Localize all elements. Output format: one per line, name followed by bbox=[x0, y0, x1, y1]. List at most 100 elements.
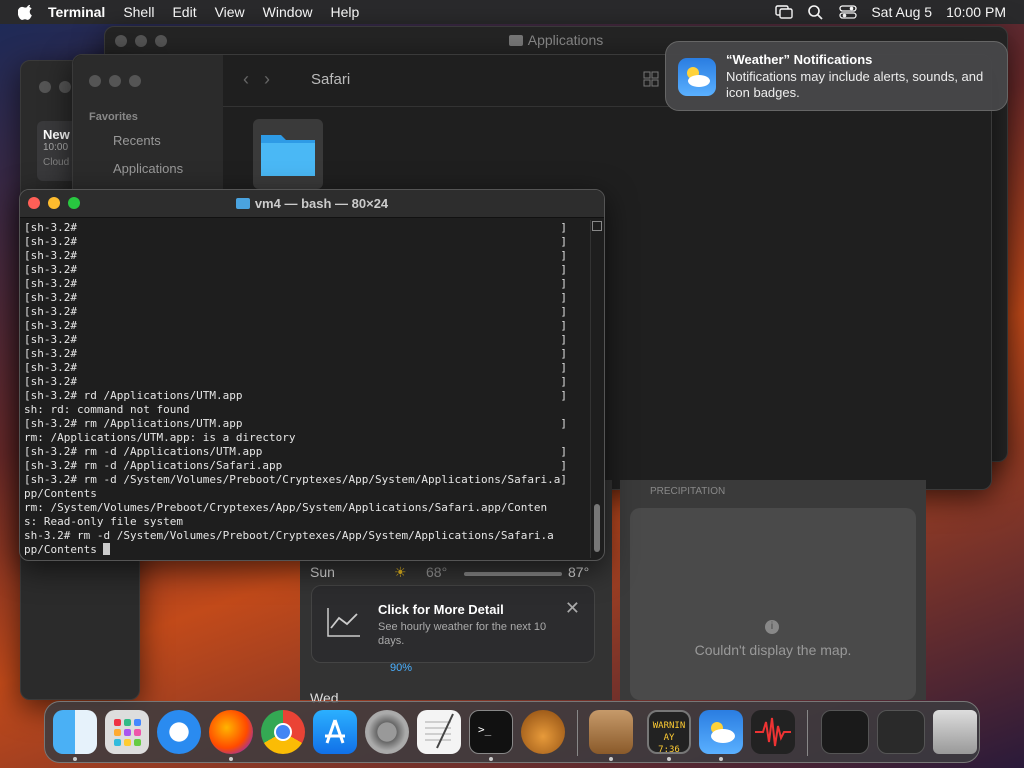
precipitation-chance: 90% bbox=[390, 662, 413, 674]
notification-banner[interactable]: “Weather” Notifications Notifications ma… bbox=[665, 41, 1008, 111]
sun-icon: ☀ bbox=[394, 564, 407, 580]
split-pane-icon[interactable] bbox=[592, 221, 602, 231]
terminal-line: [sh-3.2# ] bbox=[24, 291, 568, 304]
terminal-line: pp/Contents bbox=[24, 487, 97, 500]
running-indicator bbox=[229, 757, 233, 761]
folder-icon bbox=[508, 35, 523, 46]
grid-view-icon[interactable] bbox=[643, 71, 659, 87]
running-indicator bbox=[609, 757, 613, 761]
terminal-line: [sh-3.2# ] bbox=[24, 375, 568, 388]
terminal-icon[interactable]: >_ bbox=[469, 710, 513, 754]
forecast-day: Sun bbox=[310, 564, 335, 580]
terminal-line: pp/Contents bbox=[24, 543, 590, 557]
svg-text:>_: >_ bbox=[478, 723, 492, 736]
folder-item-selected[interactable] bbox=[253, 119, 323, 189]
traffic-lights-inactive[interactable] bbox=[89, 75, 141, 87]
line-chart-icon bbox=[327, 608, 360, 637]
terminal-scrollbar[interactable] bbox=[590, 220, 602, 558]
terminal-output[interactable]: [sh-3.2# ] [sh-3.2# ] [sh-3.2#] [sh-3.2… bbox=[24, 221, 590, 557]
dock: >_ WARNIN AY 7:36 bbox=[44, 701, 980, 763]
terminal-line: [sh-3.2# rd /Applications/UTM.app ] bbox=[24, 389, 568, 402]
terminal-line: [sh-3.2# ] bbox=[24, 333, 568, 346]
forecast-high: 87° bbox=[568, 564, 590, 580]
running-indicator bbox=[73, 757, 77, 761]
map-container[interactable] bbox=[630, 508, 916, 700]
detail-title: Click for More Detail bbox=[378, 602, 504, 617]
screen-mirroring-icon[interactable] bbox=[775, 4, 794, 20]
system-settings-icon[interactable] bbox=[365, 710, 409, 754]
terminal-title: vm4 — bash — 80×24 bbox=[20, 196, 604, 211]
forecast-low: 68° bbox=[426, 564, 448, 580]
minimized-window-preview[interactable] bbox=[877, 710, 925, 754]
terminal-line: [sh-3.2# ] bbox=[24, 277, 568, 290]
menu-date[interactable]: Sat Aug 5 bbox=[871, 4, 932, 20]
dock-separator bbox=[807, 710, 808, 756]
weather-map-panel: PRECIPITATION i Couldn't display the map… bbox=[620, 480, 926, 700]
safari-icon[interactable] bbox=[157, 710, 201, 754]
back-forward-icon[interactable]: ‹ › bbox=[243, 69, 270, 90]
terminal-line: [sh-3.2# rm -d /System/Volumes/Preboot/C… bbox=[24, 473, 568, 486]
voice-memos-icon[interactable] bbox=[751, 710, 795, 754]
minimized-window-preview[interactable] bbox=[821, 710, 869, 754]
terminal-titlebar[interactable]: vm4 — bash — 80×24 bbox=[20, 190, 604, 218]
terminal-cursor bbox=[103, 543, 111, 555]
close-icon[interactable]: ✕ bbox=[565, 598, 580, 619]
finder-icon[interactable] bbox=[53, 710, 97, 754]
info-icon: i bbox=[765, 620, 779, 634]
archive-utility-icon[interactable] bbox=[589, 710, 633, 754]
map-header: PRECIPITATION bbox=[650, 486, 726, 497]
terminal-line: [sh-3.2# ] bbox=[24, 235, 568, 248]
terminal-line: [sh-3.2# ] bbox=[24, 361, 568, 374]
textedit-icon[interactable] bbox=[417, 710, 461, 754]
terminal-line: [sh-3.2# ] bbox=[24, 319, 568, 332]
weather-icon[interactable] bbox=[699, 710, 743, 754]
chrome-icon[interactable] bbox=[261, 710, 305, 754]
window-title-text: Applications bbox=[527, 32, 604, 48]
spotlight-search-icon[interactable] bbox=[807, 4, 825, 20]
firefox-icon[interactable] bbox=[209, 710, 253, 754]
running-indicator bbox=[719, 757, 723, 761]
temperature-range-bar bbox=[464, 572, 562, 576]
forecast-row: Sun ☀ 68° 87° bbox=[310, 564, 600, 584]
weather-app-icon bbox=[678, 58, 716, 96]
notification-body: Notifications may include alerts, sounds… bbox=[726, 69, 984, 100]
terminal-line: [sh-3.2# rm -d /Applications/UTM.app ] bbox=[24, 445, 568, 458]
folder-icon bbox=[235, 198, 250, 209]
terminal-line: [sh-3.2# ] bbox=[24, 263, 568, 276]
menu-time[interactable]: 10:00 PM bbox=[946, 4, 1006, 20]
control-center-icon[interactable] bbox=[839, 4, 857, 20]
terminal-line: rm: /System/Volumes/Preboot/Cryptexes/Ap… bbox=[24, 501, 548, 514]
folder-icon bbox=[261, 135, 315, 176]
finder-path-title: Safari bbox=[311, 71, 351, 88]
dock-separator bbox=[577, 710, 578, 756]
garageband-icon[interactable] bbox=[521, 710, 565, 754]
terminal-line: rm: /Applications/UTM.app: is a director… bbox=[24, 431, 296, 444]
terminal-line: s: Read-only file system bbox=[24, 515, 183, 528]
sidebar-item-recents[interactable]: Recents bbox=[113, 133, 161, 148]
scrollbar-thumb[interactable] bbox=[594, 504, 600, 552]
terminal-line: [sh-3.2# ] bbox=[24, 221, 568, 234]
trash-icon[interactable] bbox=[933, 710, 977, 754]
menu-help[interactable]: Help bbox=[330, 4, 359, 20]
apple-menu-icon[interactable] bbox=[18, 4, 34, 20]
menu-bar: Terminal Shell Edit View Window Help Sat… bbox=[0, 0, 1024, 24]
running-indicator bbox=[667, 757, 671, 761]
more-detail-card[interactable]: Click for More Detail See hourly weather… bbox=[311, 585, 595, 663]
menu-window[interactable]: Window bbox=[263, 4, 313, 20]
menu-edit[interactable]: Edit bbox=[172, 4, 196, 20]
menu-shell[interactable]: Shell bbox=[123, 4, 154, 20]
terminal-line: [sh-3.2# ] bbox=[24, 347, 568, 360]
terminal-line: sh-3.2# rm -d /System/Volumes/Preboot/Cr… bbox=[24, 529, 554, 542]
terminal-line: [sh-3.2# rm /Applications/UTM.app ] bbox=[24, 417, 568, 430]
menu-app-name[interactable]: Terminal bbox=[48, 4, 105, 20]
menu-view[interactable]: View bbox=[215, 4, 245, 20]
running-indicator bbox=[489, 757, 493, 761]
detail-subtitle: See hourly weather for the next 10 days. bbox=[378, 621, 547, 647]
sidebar-item-applications[interactable]: Applications bbox=[113, 161, 183, 176]
app-store-icon[interactable] bbox=[313, 710, 357, 754]
launchpad-icon[interactable] bbox=[105, 710, 149, 754]
terminal-window[interactable]: vm4 — bash — 80×24 [sh-3.2# ] [sh-3.2# ][… bbox=[19, 189, 605, 561]
console-icon[interactable]: WARNIN AY 7:36 bbox=[647, 710, 691, 755]
terminal-line: [sh-3.2# ] bbox=[24, 249, 568, 262]
notification-title: “Weather” Notifications bbox=[726, 52, 873, 67]
